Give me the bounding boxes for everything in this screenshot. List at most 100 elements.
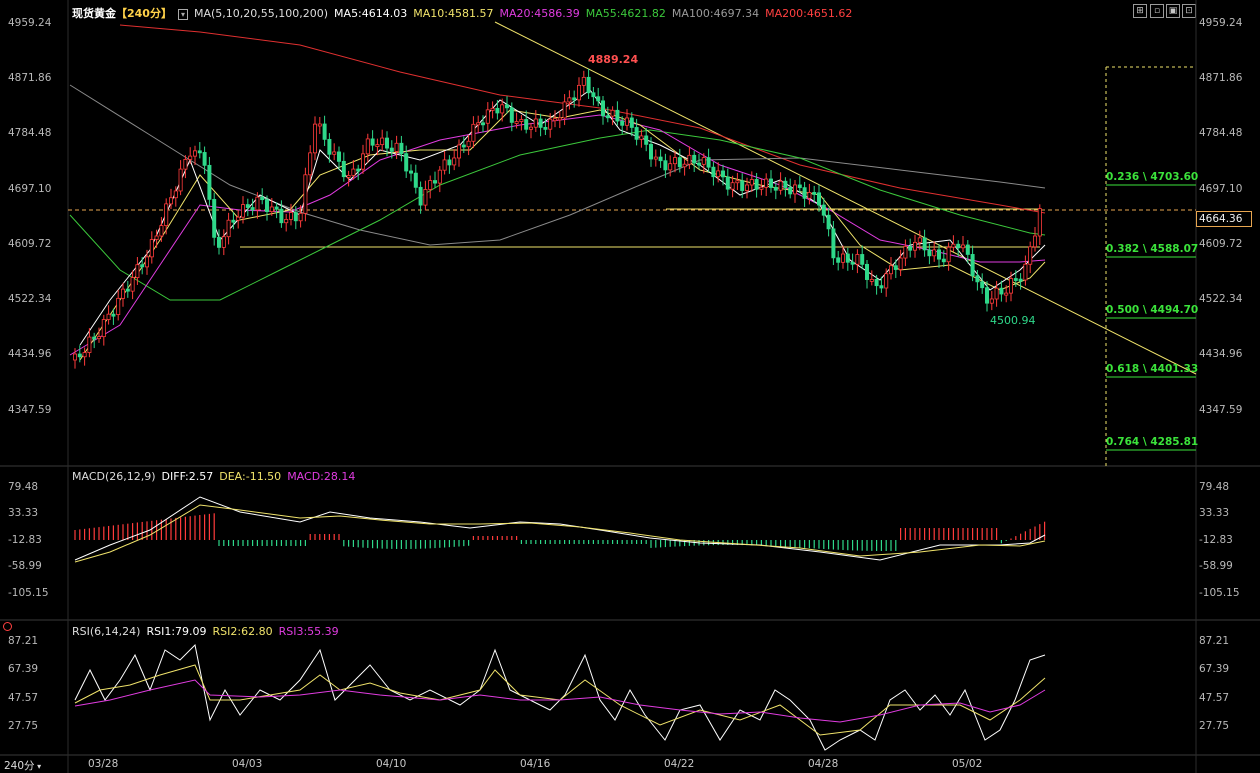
candle-body — [985, 287, 990, 304]
downtrend-line — [494, 21, 1197, 375]
high-annotation: 4889.24 — [588, 53, 639, 66]
rsi-axis-label: 87.21 — [1199, 635, 1230, 647]
candle-body — [183, 159, 188, 170]
candle-body — [356, 168, 361, 172]
price-label: 4784.48 — [8, 127, 52, 139]
candle-body — [423, 189, 428, 206]
candle-body — [999, 287, 1004, 295]
candle-body — [538, 118, 543, 128]
candle-body — [701, 157, 706, 165]
macd-dea-value: DEA:-11.50 — [219, 470, 282, 483]
candle-body — [711, 166, 716, 178]
price-label: 4347.59 — [1199, 404, 1243, 416]
rsi-header: RSI(6,14,24) RSI1:79.09 RSI2:62.80 RSI3:55.… — [72, 625, 345, 638]
candle-body — [284, 219, 289, 224]
price-label: 4871.86 — [8, 72, 52, 84]
candle-body — [500, 104, 505, 114]
macd-dea-line — [74, 504, 1046, 563]
candle-body — [778, 180, 783, 191]
candle-body — [889, 265, 894, 275]
candle-body — [677, 157, 682, 168]
date-label: 04/16 — [520, 758, 551, 770]
candle-body — [994, 287, 999, 300]
candle-body — [797, 184, 802, 189]
macd-params[interactable]: MACD(26,12,9) — [72, 470, 156, 483]
candle-body — [216, 236, 221, 248]
fib-label: 0.382 \ 4588.07 — [1106, 243, 1199, 255]
indicator-settings-icon[interactable] — [3, 622, 12, 631]
candle-body — [73, 353, 78, 361]
candle-body — [533, 118, 538, 128]
candle-body — [557, 117, 562, 121]
price-label: 4522.34 — [1199, 293, 1243, 305]
candle-body — [207, 164, 212, 200]
candle-body — [927, 249, 932, 257]
candle-body — [308, 152, 313, 176]
period-label: 240分 — [4, 760, 35, 772]
chart-canvas[interactable] — [0, 0, 1260, 773]
candle-body — [202, 152, 207, 166]
macd-axis-label: -58.99 — [8, 560, 42, 572]
candle-body — [399, 142, 404, 155]
candle-body — [961, 244, 966, 249]
candle-body — [303, 174, 308, 214]
candle-body — [634, 127, 639, 140]
price-label: 4434.96 — [1199, 348, 1243, 360]
candle-body — [121, 288, 126, 299]
price-label: 4522.34 — [8, 293, 52, 305]
candle-body — [106, 313, 111, 320]
rsi-axis-label: 47.57 — [8, 692, 39, 704]
candle-body — [740, 180, 745, 191]
candle-body — [615, 109, 620, 122]
candle-body — [783, 180, 788, 188]
candle-body — [673, 157, 678, 165]
candle-body — [697, 162, 702, 166]
date-label: 04/28 — [808, 758, 839, 770]
rsi-params[interactable]: RSI(6,14,24) — [72, 625, 140, 638]
candle-body — [394, 142, 399, 152]
chevron-down-icon: ▾ — [34, 762, 42, 771]
candle-body — [159, 225, 164, 237]
candle-body — [831, 228, 836, 259]
candle-body — [965, 244, 970, 255]
candle-body — [869, 278, 874, 282]
candle-body — [845, 253, 850, 263]
candle-body — [591, 92, 596, 98]
macd-header: MACD(26,12,9) DIFF:2.57 DEA:-11.50 MACD:28.… — [72, 470, 361, 483]
candle-body — [341, 160, 346, 178]
candle-body — [192, 150, 197, 157]
fib-label: 0.236 \ 4703.60 — [1106, 171, 1199, 183]
candle-body — [87, 336, 92, 353]
macd-histogram — [74, 513, 1046, 551]
candle-body — [850, 261, 855, 265]
candle-body — [754, 179, 759, 190]
candle-body — [913, 241, 918, 251]
rsi1-value: RSI1:79.09 — [146, 625, 207, 638]
candle-body — [802, 187, 807, 199]
candle-body — [116, 297, 121, 315]
candle-body — [255, 196, 260, 211]
candle-body — [77, 353, 82, 358]
candle-body — [932, 249, 937, 257]
rsi3-line — [74, 679, 1046, 723]
candle-body — [562, 101, 567, 119]
candle-body — [360, 153, 365, 170]
candle-body — [168, 197, 173, 205]
period-selector[interactable]: 240分 ▾ — [4, 758, 41, 773]
candle-body — [1033, 235, 1038, 248]
candle-body — [82, 352, 87, 358]
rsi-axis-label: 67.39 — [8, 663, 39, 675]
candle-body — [476, 122, 481, 126]
candle-body — [375, 144, 380, 148]
candle-body — [735, 180, 740, 184]
macd-diff-line — [74, 496, 1046, 561]
candle-body — [125, 288, 130, 292]
candle-body — [908, 246, 913, 251]
candle-body — [490, 107, 495, 111]
candle-body — [351, 168, 356, 176]
price-label: 4871.86 — [1199, 72, 1243, 84]
price-label: 4959.24 — [1199, 17, 1243, 29]
candle-body — [466, 140, 471, 148]
candle-body — [596, 96, 601, 102]
candle-body — [274, 206, 279, 210]
